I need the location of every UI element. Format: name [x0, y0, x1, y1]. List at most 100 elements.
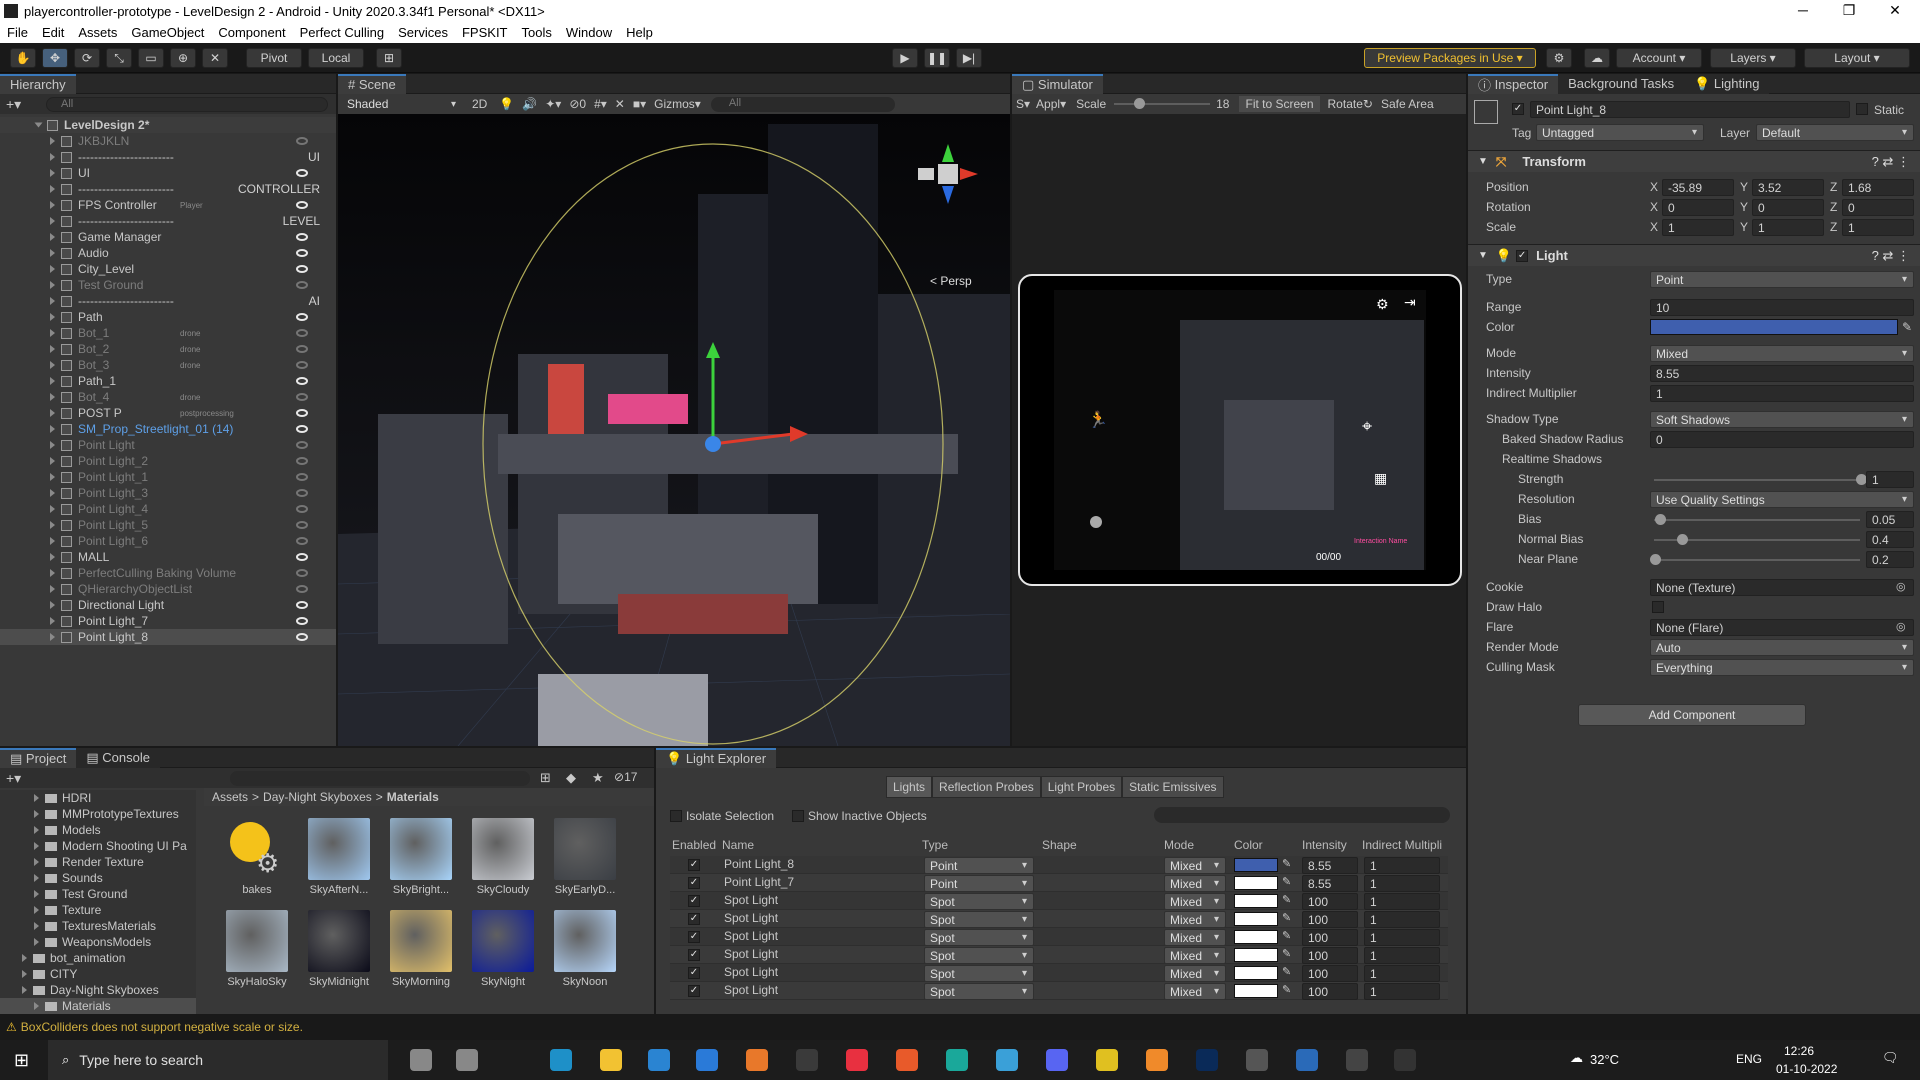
breadcrumb-assets[interactable]: Assets: [212, 790, 248, 804]
scale-z-input[interactable]: 1: [1842, 219, 1914, 236]
hierarchy-row[interactable]: MALL: [0, 549, 336, 565]
visibility-eye-icon[interactable]: [296, 201, 308, 209]
scene-search-input[interactable]: All: [710, 96, 895, 112]
visibility-eye-icon[interactable]: [296, 553, 308, 561]
settings-gear-icon[interactable]: ⚙: [1376, 296, 1389, 313]
menu-perfect-culling[interactable]: Perfect Culling: [293, 25, 392, 40]
light-type-dropdown[interactable]: Point: [924, 857, 1034, 874]
project-folder[interactable]: Test Ground: [0, 886, 196, 902]
step-button[interactable]: ▶|: [956, 48, 982, 68]
eyedropper-icon[interactable]: ✎: [1902, 320, 1912, 334]
hierarchy-row[interactable]: PerfectCulling Baking Volume: [0, 565, 336, 581]
light-name-cell[interactable]: Spot Light: [724, 983, 778, 997]
joystick-icon[interactable]: [1090, 516, 1102, 528]
safe-area-toggle[interactable]: Safe Area: [1381, 97, 1434, 111]
active-checkbox[interactable]: ✓: [1512, 103, 1524, 115]
foldout-arrow-icon[interactable]: ▼: [1478, 156, 1488, 167]
light-enabled-checkbox[interactable]: ✓: [688, 913, 700, 925]
hierarchy-row[interactable]: Bot_3 drone: [0, 357, 336, 373]
component-menu-icon[interactable]: ? ⇄ ⋮: [1872, 154, 1910, 170]
position-y-input[interactable]: 3.52: [1752, 179, 1824, 196]
light-mode-dropdown[interactable]: Mixed: [1164, 965, 1226, 982]
visibility-eye-icon[interactable]: [296, 377, 308, 385]
eyedropper-icon[interactable]: ✎: [1282, 929, 1291, 942]
hierarchy-search-input[interactable]: All: [46, 97, 328, 112]
light-type-dropdown[interactable]: Spot: [924, 983, 1034, 1000]
expand-arrow-icon[interactable]: [50, 169, 55, 177]
position-x-input[interactable]: -35.89: [1662, 179, 1734, 196]
light-name-cell[interactable]: Spot Light: [724, 911, 778, 925]
light-color-swatch[interactable]: [1234, 930, 1278, 944]
light-intensity-input[interactable]: 100: [1302, 911, 1358, 928]
light-intensity-input[interactable]: 100: [1302, 929, 1358, 946]
visibility-eye-icon[interactable]: [296, 617, 308, 625]
menu-gameobject[interactable]: GameObject: [124, 25, 211, 40]
light-intensity-input[interactable]: 100: [1302, 947, 1358, 964]
project-folder[interactable]: Models: [0, 822, 196, 838]
light-intensity-input[interactable]: 100: [1302, 983, 1358, 1000]
unity-icon[interactable]: [1394, 1049, 1416, 1071]
breadcrumb-skyboxes[interactable]: Day-Night Skyboxes: [263, 790, 372, 804]
tab-scene[interactable]: # Scene: [338, 73, 406, 94]
light-mode-dropdown[interactable]: Mixed: [1164, 857, 1226, 874]
scene-root-row[interactable]: LevelDesign 2*: [0, 117, 336, 133]
taskbar-search[interactable]: ⌕ Type here to search: [48, 1040, 388, 1080]
expand-arrow-icon[interactable]: [50, 361, 55, 369]
light-flare-input[interactable]: None (Flare): [1650, 619, 1914, 636]
expand-arrow-icon[interactable]: [50, 569, 55, 577]
light-indirect-multiplier-input[interactable]: 1: [1650, 385, 1914, 402]
effects-toggle-icon[interactable]: ✦▾: [545, 97, 561, 111]
mail-icon[interactable]: [696, 1049, 718, 1071]
column-header[interactable]: Type: [922, 838, 948, 852]
visibility-eye-icon[interactable]: [296, 409, 308, 417]
file-explorer-icon[interactable]: [600, 1049, 622, 1071]
subtab-static-emissives[interactable]: Static Emissives: [1122, 776, 1224, 798]
expand-arrow-icon[interactable]: [50, 281, 55, 289]
visibility-eye-icon[interactable]: [296, 265, 308, 273]
lighting-toggle-icon[interactable]: 💡: [499, 97, 514, 111]
close-button[interactable]: ✕: [1872, 0, 1918, 22]
hierarchy-row[interactable]: Path_1: [0, 373, 336, 389]
cloud-icon[interactable]: ☁: [1584, 48, 1610, 68]
pause-button[interactable]: ❚❚: [924, 48, 950, 68]
light-bias-slider[interactable]: [1654, 519, 1860, 521]
add-object-button[interactable]: +▾: [6, 96, 21, 113]
project-folder[interactable]: WeaponsModels: [0, 934, 196, 950]
language-indicator[interactable]: ENG: [1736, 1052, 1762, 1066]
visibility-eye-icon[interactable]: [296, 489, 308, 497]
hierarchy-row[interactable]: Bot_4 drone: [0, 389, 336, 405]
expand-arrow-icon[interactable]: [50, 345, 55, 353]
light-enabled-checkbox[interactable]: ✓: [688, 859, 700, 871]
light-indirect-input[interactable]: 1: [1364, 983, 1440, 1000]
skybox-material-thumbnail[interactable]: [308, 818, 370, 880]
pt-icon[interactable]: [796, 1049, 818, 1071]
preview-packages-button[interactable]: Preview Packages in Use ▾: [1364, 48, 1536, 68]
hierarchy-row[interactable]: Point Light_1: [0, 469, 336, 485]
light-range-input[interactable]: 10: [1650, 299, 1914, 316]
project-folder[interactable]: Render Texture: [0, 854, 196, 870]
light-indirect-input[interactable]: 1: [1364, 929, 1440, 946]
gizmos-dropdown[interactable]: Gizmos▾: [654, 97, 701, 111]
light-color-swatch[interactable]: [1234, 966, 1278, 980]
light-name-cell[interactable]: Spot Light: [724, 893, 778, 907]
expand-arrow-icon[interactable]: [34, 922, 39, 930]
static-checkbox[interactable]: [1856, 103, 1868, 115]
hierarchy-row[interactable]: Test Ground: [0, 277, 336, 293]
expand-arrow-icon[interactable]: [22, 954, 27, 962]
project-folder[interactable]: Sounds: [0, 870, 196, 886]
expand-arrow-icon[interactable]: [50, 249, 55, 257]
breadcrumb-materials[interactable]: Materials: [387, 790, 439, 804]
object-picker-icon[interactable]: ◎: [1896, 620, 1906, 633]
scale-tool-icon[interactable]: ⤡: [106, 48, 132, 68]
light-near-plane-slider[interactable]: [1654, 559, 1860, 561]
eyedropper-icon[interactable]: ✎: [1282, 893, 1291, 906]
expand-arrow-icon[interactable]: [50, 329, 55, 337]
light-color-swatch[interactable]: [1234, 894, 1278, 908]
visibility-eye-icon[interactable]: [296, 361, 308, 369]
tab-simulator[interactable]: ▢ Simulator: [1012, 73, 1103, 94]
menu-edit[interactable]: Edit: [35, 25, 71, 40]
light-indirect-input[interactable]: 1: [1364, 857, 1440, 874]
light-color-swatch[interactable]: [1234, 858, 1278, 872]
rotation-y-input[interactable]: 0: [1752, 199, 1824, 216]
2d-toggle[interactable]: 2D: [472, 97, 487, 111]
